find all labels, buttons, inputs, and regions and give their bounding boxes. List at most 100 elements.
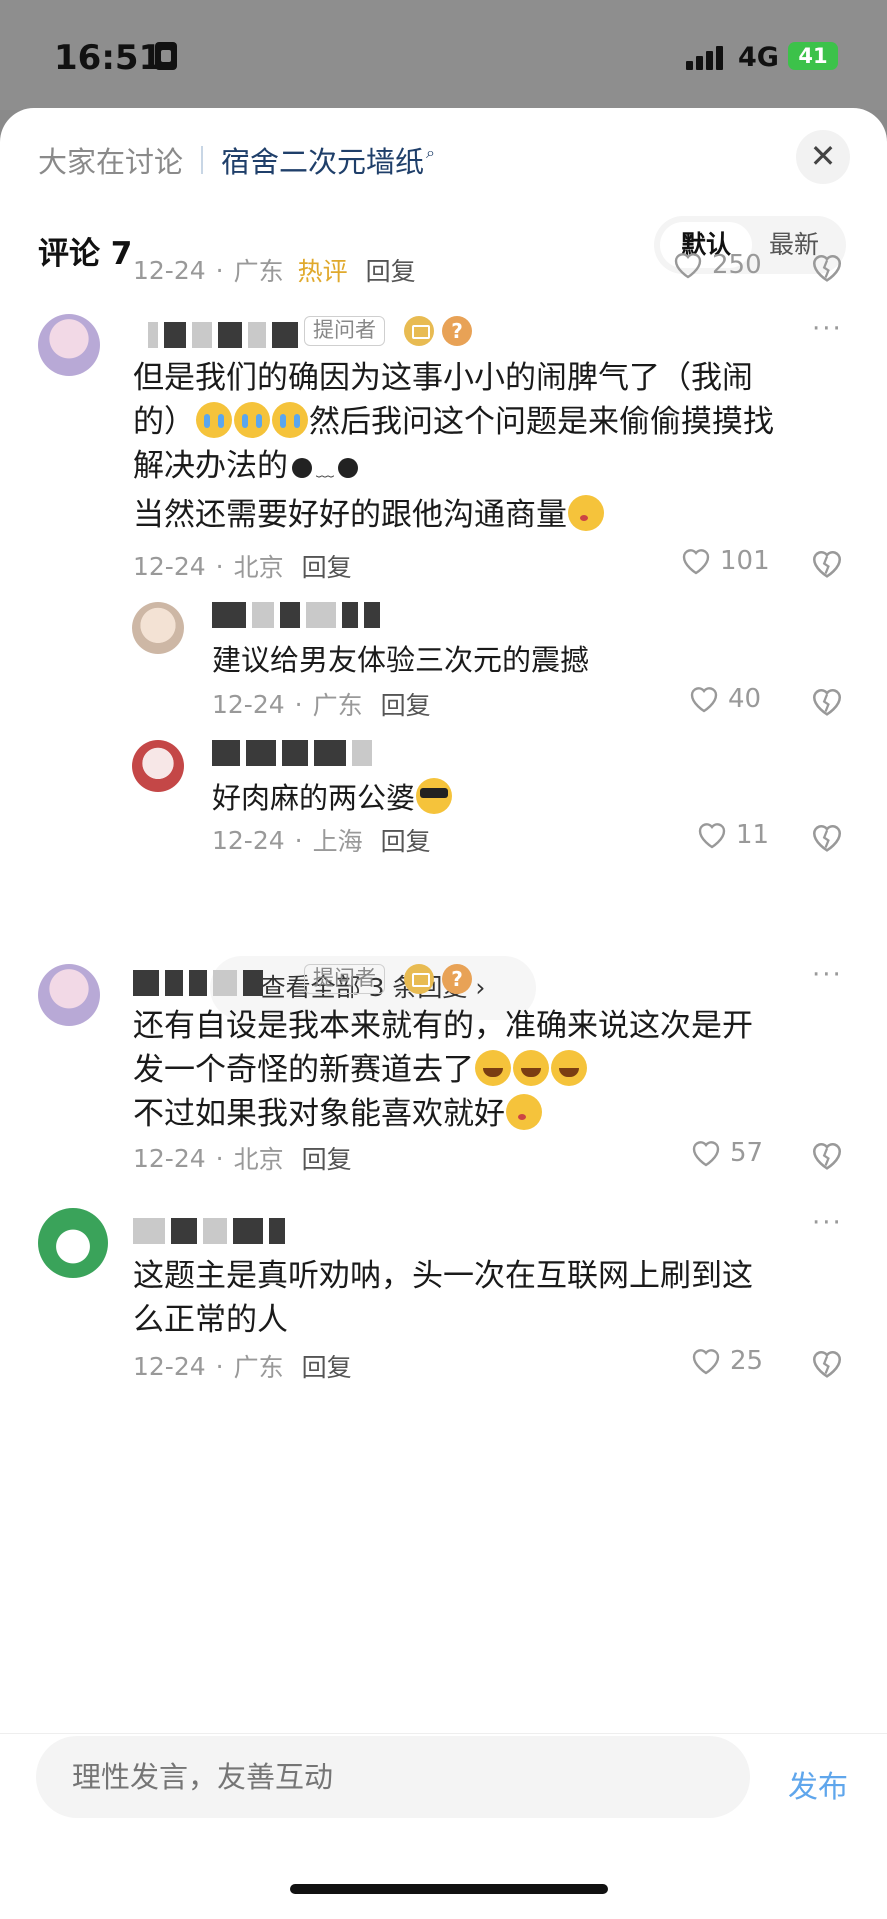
reply-button[interactable]: 回复 xyxy=(302,1348,352,1384)
loudly-crying-emoji-icon xyxy=(196,402,232,438)
comment-meta: 12-24 · 北京 回复 xyxy=(133,1140,352,1176)
like-button[interactable]: 101 xyxy=(680,546,770,576)
comment-line-4: 当然还需要好好的跟他沟通商量 xyxy=(133,493,863,537)
reply-meta: 12-24 · 广东 回复 xyxy=(212,686,431,722)
avatar[interactable] xyxy=(38,314,100,376)
username-blurred[interactable] xyxy=(133,970,263,996)
close-button[interactable]: ✕ xyxy=(796,130,850,184)
comment-region: 广东 xyxy=(233,1353,284,1382)
topic-link[interactable]: 宿舍二次元墙纸 xyxy=(221,139,424,181)
broken-heart-icon[interactable] xyxy=(810,548,844,582)
comment-region: 广东 xyxy=(233,257,284,286)
comment-line-2: 发一个奇怪的新赛道去了 xyxy=(133,1048,863,1092)
close-icon: ✕ xyxy=(809,137,837,175)
reply-button[interactable]: 回复 xyxy=(381,686,431,722)
loudly-crying-emoji-icon xyxy=(234,402,270,438)
more-icon[interactable]: ··· xyxy=(812,1208,843,1238)
broken-heart-icon[interactable] xyxy=(810,822,844,856)
search-icon: ⌕ xyxy=(426,143,435,162)
broken-heart-icon[interactable] xyxy=(810,1348,844,1382)
reply-text-content: 好肉麻的两公婆 xyxy=(212,781,416,815)
broken-heart-icon[interactable] xyxy=(810,686,844,720)
comment-region: 北京 xyxy=(233,1145,284,1174)
rofl-emoji-icon xyxy=(551,1050,587,1086)
reply-region: 广东 xyxy=(312,691,363,720)
broken-heart-icon[interactable] xyxy=(810,1140,844,1174)
heart-icon xyxy=(698,823,726,849)
like-button[interactable]: 40 xyxy=(688,684,761,714)
question-badge-icon: ? xyxy=(442,964,472,994)
comment-text: 但是我们的确因为这事小小的闹脾气了（我闹 的） 然后我问这个问题是来偷偷摸摸找 解… xyxy=(133,356,863,537)
network-type: 4G xyxy=(738,42,779,73)
avatar[interactable] xyxy=(132,602,184,654)
broken-heart-icon[interactable] xyxy=(810,252,844,286)
username-blurred[interactable] xyxy=(212,602,380,628)
reply-button[interactable]: 回复 xyxy=(302,548,352,584)
comment-line-3: 解决办法的 ﹏ xyxy=(133,444,863,493)
kissing-emoji-icon xyxy=(568,495,604,531)
like-button[interactable]: 57 xyxy=(690,1138,763,1168)
comment-date: 12-24 xyxy=(133,1143,206,1173)
status-bar: 16:51 4G 41 xyxy=(0,0,887,110)
reply-button[interactable]: 回复 xyxy=(302,1140,352,1176)
comment-region: 北京 xyxy=(233,553,284,582)
id-card-icon xyxy=(155,42,177,70)
comment-date: 12-24 xyxy=(133,1351,206,1381)
avatar[interactable] xyxy=(38,964,100,1026)
reply-text: 好肉麻的两公婆 xyxy=(212,776,453,820)
username-blurred[interactable] xyxy=(212,740,372,766)
battery-level: 41 xyxy=(798,44,828,68)
comment-text: 这题主是真听劝呐，头一次在互联网上刷到这 么正常的人 xyxy=(133,1254,863,1342)
avatar[interactable] xyxy=(38,1208,108,1278)
asker-badge: 提问者 xyxy=(304,964,385,994)
like-count: 11 xyxy=(736,820,770,850)
reply-date: 12-24 xyxy=(212,689,285,719)
discussion-label: 大家在讨论 xyxy=(38,145,184,179)
comment-meta: 12-24 · 广东 热评 回复 xyxy=(133,252,416,288)
comment-line-part: 解决办法的 xyxy=(133,448,288,484)
comment-meta: 12-24 · 北京 回复 xyxy=(133,548,352,584)
divider xyxy=(201,146,204,174)
comment-line: 这题主是真听劝呐，头一次在互联网上刷到这 xyxy=(133,1258,753,1294)
crown-badge-icon xyxy=(404,964,434,994)
comment-meta: 12-24 · 广东 回复 xyxy=(133,1348,352,1384)
reply-text: 建议给男友体验三次元的震撼 xyxy=(212,643,590,677)
like-button[interactable]: 11 xyxy=(696,820,769,850)
more-icon[interactable]: ··· xyxy=(812,314,843,344)
more-icon[interactable]: ··· xyxy=(812,960,843,990)
rofl-emoji-icon xyxy=(475,1050,511,1086)
comment-line-part: 的） xyxy=(133,404,195,440)
reply-button[interactable]: 回复 xyxy=(366,252,416,288)
kissing-emoji-icon xyxy=(506,1094,542,1130)
dot-eye-icon xyxy=(338,458,358,478)
signal-icon xyxy=(686,44,728,70)
avatar[interactable] xyxy=(132,740,184,792)
hot-badge: 热评 xyxy=(297,257,348,286)
like-button[interactable]: 250 xyxy=(672,250,762,280)
status-time: 16:51 xyxy=(54,38,163,78)
heart-icon xyxy=(692,1349,720,1375)
comments-sheet: 大家在讨论 宿舍二次元墙纸 ⌕ ✕ 评论 7 默认 最新 12-24 · 广东 … xyxy=(0,108,887,1919)
comment-line-2: 的） 然后我问这个问题是来偷偷摸摸找 xyxy=(133,400,863,444)
reply-button[interactable]: 回复 xyxy=(381,822,431,858)
like-count: 101 xyxy=(720,546,770,576)
comment-date: 12-24 xyxy=(133,255,206,285)
comment-line-2: 么正常的人 xyxy=(133,1302,288,1338)
like-count: 40 xyxy=(728,684,762,714)
comment-input[interactable] xyxy=(36,1736,750,1818)
comments-count-title: 评论 7 xyxy=(38,236,133,272)
comment-line: 还有自设是我本来就有的，准确来说这次是开 xyxy=(133,1008,753,1044)
home-indicator[interactable] xyxy=(290,1884,608,1894)
battery-icon: 41 xyxy=(788,42,838,70)
username-blurred[interactable] xyxy=(133,1218,285,1244)
like-count: 25 xyxy=(730,1346,764,1376)
like-count: 250 xyxy=(712,250,762,280)
like-button[interactable]: 25 xyxy=(690,1346,763,1376)
heart-icon xyxy=(682,549,710,575)
rofl-emoji-icon xyxy=(513,1050,549,1086)
publish-button[interactable]: 发布 xyxy=(788,1762,848,1806)
reply-date: 12-24 xyxy=(212,825,285,855)
username-blurred[interactable] xyxy=(148,322,298,348)
loudly-crying-emoji-icon xyxy=(272,402,308,438)
comment-line-part: 当然还需要好好的跟他沟通商量 xyxy=(133,497,567,533)
